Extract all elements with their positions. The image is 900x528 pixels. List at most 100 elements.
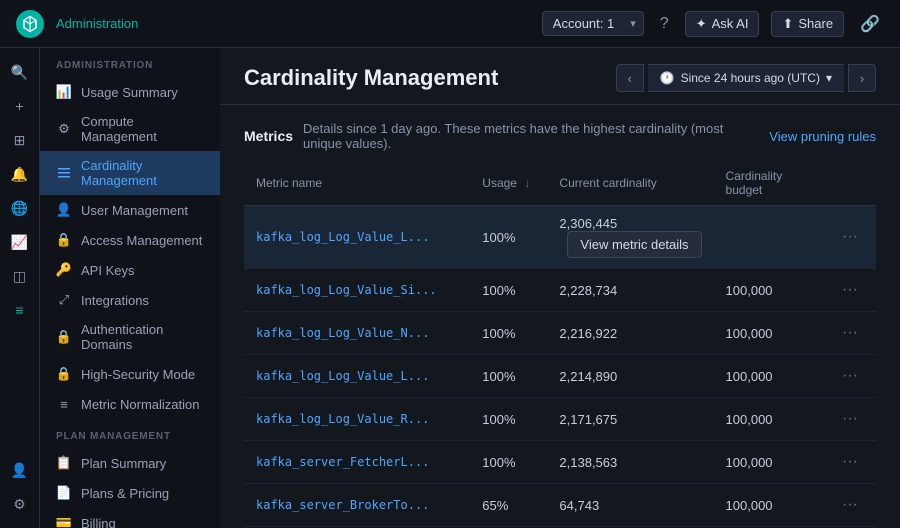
sidebar-item-access-management[interactable]: 🔒 Access Management	[40, 225, 220, 255]
breadcrumb[interactable]: Administration	[56, 16, 138, 31]
main-layout: 🔍 + ⊞ 🔔 🌐 📈 ◫ ≡ 👤 ⚙ ADMINISTRATION 📊 Usa…	[0, 48, 900, 528]
metric-cardinality-cell: 2,138,563	[547, 441, 713, 484]
metric-more-button[interactable]: ···	[836, 451, 864, 473]
metric-name-cell[interactable]: kafka_server_FetcherL...	[244, 441, 470, 484]
usage-summary-icon: 📊	[56, 84, 72, 100]
sidebar-item-compute-label: Compute Management	[81, 114, 204, 144]
sidebar-item-cardinality-management[interactable]: Cardinality Management	[40, 151, 220, 195]
metric-name-cell[interactable]: kafka_log_Log_Value_N...	[244, 312, 470, 355]
nav-user-button[interactable]: 👤	[4, 454, 36, 486]
metric-action-cell: ···	[824, 206, 876, 269]
metric-name-cell[interactable]: kafka_log_Log_Value_L...	[244, 355, 470, 398]
metric-more-button[interactable]: ···	[836, 365, 864, 387]
nav-add-button[interactable]: +	[4, 90, 36, 122]
col-header-usage[interactable]: Usage ↓	[470, 161, 547, 206]
sidebar-item-integrations-label: Integrations	[81, 293, 149, 308]
metric-usage-cell: 100%	[470, 312, 547, 355]
view-pruning-button[interactable]: View pruning rules	[769, 129, 876, 144]
metric-action-cell: ···	[824, 484, 876, 527]
metric-cardinality-cell: 2,214,890	[547, 355, 713, 398]
billing-icon: 💳	[56, 515, 72, 528]
table-row: kafka_log_Log_Value_N...100%2,216,922100…	[244, 312, 876, 355]
metric-cardinality-cell: 2,171,675	[547, 398, 713, 441]
plan-summary-icon: 📋	[56, 455, 72, 471]
metric-more-button[interactable]: ···	[836, 279, 864, 301]
plans-pricing-icon: 📄	[56, 485, 72, 501]
integrations-icon: ⤢	[56, 292, 72, 308]
nav-apps-button[interactable]: ⊞	[4, 124, 36, 156]
table-row: kafka_log_Log_Value_Si...100%2,228,73410…	[244, 269, 876, 312]
metrics-table: Metric name Usage ↓ Current cardinality …	[244, 161, 876, 528]
sidebar-item-plan-summary[interactable]: 📋 Plan Summary	[40, 448, 220, 478]
sidebar-item-api-label: API Keys	[81, 263, 134, 278]
metric-usage-cell: 100%	[470, 355, 547, 398]
sidebar-item-high-security[interactable]: 🔒 High-Security Mode	[40, 359, 220, 389]
metric-action-cell: ···	[824, 355, 876, 398]
chevron-down-icon: ▾	[826, 71, 832, 85]
metric-name-cell[interactable]: kafka_server_BrokerTo...	[244, 484, 470, 527]
high-security-icon: 🔒	[56, 366, 72, 382]
nav-settings-button[interactable]: ⚙	[4, 488, 36, 520]
metric-cardinality-cell: 2,228,734	[547, 269, 713, 312]
sidebar-item-integrations[interactable]: ⤢ Integrations	[40, 285, 220, 315]
metric-budget-cell	[714, 206, 824, 269]
sidebar-item-compute-management[interactable]: ⚙ Compute Management	[40, 107, 220, 151]
nav-admin-button[interactable]: ≡	[4, 294, 36, 326]
view-metric-details-popup[interactable]: View metric details	[567, 231, 701, 258]
ask-ai-icon: ✦	[696, 16, 707, 32]
metric-more-button[interactable]: ···	[836, 226, 864, 248]
nav-charts-button[interactable]: 📈	[4, 226, 36, 258]
sidebar-item-user-management[interactable]: 👤 User Management	[40, 195, 220, 225]
metric-norm-icon: ≡	[56, 396, 72, 412]
sidebar-item-plans-pricing[interactable]: 📄 Plans & Pricing	[40, 478, 220, 508]
metric-cardinality-cell: 2,216,922	[547, 312, 713, 355]
metric-name-cell[interactable]: kafka_log_Log_Value_Si...	[244, 269, 470, 312]
nav-layout-button[interactable]: ◫	[4, 260, 36, 292]
compute-mgmt-icon: ⚙	[56, 121, 72, 137]
metric-name-cell[interactable]: kafka_log_Log_Value_R...	[244, 398, 470, 441]
page-title: Cardinality Management	[244, 65, 498, 91]
col-header-action	[824, 161, 876, 206]
metrics-header: Metrics Details since 1 day ago. These m…	[220, 105, 900, 161]
topbar: Administration Account: 1 ? ✦ Ask AI ⬆ S…	[0, 0, 900, 48]
nav-search-button[interactable]: 🔍	[4, 56, 36, 88]
time-range-button[interactable]: 🕐 Since 24 hours ago (UTC) ▾	[648, 64, 844, 92]
metric-more-button[interactable]: ···	[836, 408, 864, 430]
metric-more-button[interactable]: ···	[836, 494, 864, 516]
col-header-budget: Cardinality budget	[714, 161, 824, 206]
metric-budget-cell: 100,000	[714, 441, 824, 484]
sidebar-item-api-keys[interactable]: 🔑 API Keys	[40, 255, 220, 285]
ask-ai-button[interactable]: ✦ Ask AI	[685, 11, 760, 37]
sidebar-item-metric-normalization[interactable]: ≡ Metric Normalization	[40, 389, 220, 419]
nav-alerts-button[interactable]: 🔔	[4, 158, 36, 190]
cardinality-mgmt-icon	[56, 165, 72, 181]
metric-cardinality-cell: 2,306,445View metric details	[547, 206, 713, 269]
table-row: kafka_server_BrokerTo...65%64,743100,000…	[244, 484, 876, 527]
help-button[interactable]: ?	[656, 11, 673, 37]
col-header-metric: Metric name	[244, 161, 470, 206]
time-next-button[interactable]: ›	[848, 64, 876, 92]
admin-section-label: ADMINISTRATION	[40, 48, 220, 77]
sidebar-wide: ADMINISTRATION 📊 Usage Summary ⚙ Compute…	[40, 48, 220, 528]
sidebar-item-plans-pricing-label: Plans & Pricing	[81, 486, 169, 501]
account-select[interactable]: Account: 1	[542, 11, 644, 36]
time-range-label: Since 24 hours ago (UTC)	[681, 71, 820, 85]
metric-name-cell[interactable]: kafka_log_Log_Value_L...	[244, 206, 470, 269]
share-button[interactable]: ⬆ Share	[771, 11, 844, 37]
sidebar-item-auth-domains[interactable]: 🔒 Authentication Domains	[40, 315, 220, 359]
metric-more-button[interactable]: ···	[836, 322, 864, 344]
nav-globe-button[interactable]: 🌐	[4, 192, 36, 224]
sidebar-item-usage-summary[interactable]: 📊 Usage Summary	[40, 77, 220, 107]
metric-usage-cell: 100%	[470, 269, 547, 312]
sidebar-item-usage-summary-label: Usage Summary	[81, 85, 178, 100]
table-row: kafka_log_Log_Value_R...100%2,171,675100…	[244, 398, 876, 441]
sidebar-item-billing[interactable]: 💳 Billing	[40, 508, 220, 528]
link-icon-button[interactable]: 🔗	[856, 10, 884, 38]
access-mgmt-icon: 🔒	[56, 232, 72, 248]
metric-budget-cell: 100,000	[714, 269, 824, 312]
time-prev-button[interactable]: ‹	[616, 64, 644, 92]
app-logo[interactable]	[16, 10, 44, 38]
sidebar-item-user-label: User Management	[81, 203, 188, 218]
api-keys-icon: 🔑	[56, 262, 72, 278]
account-select-wrap: Account: 1	[542, 11, 644, 36]
